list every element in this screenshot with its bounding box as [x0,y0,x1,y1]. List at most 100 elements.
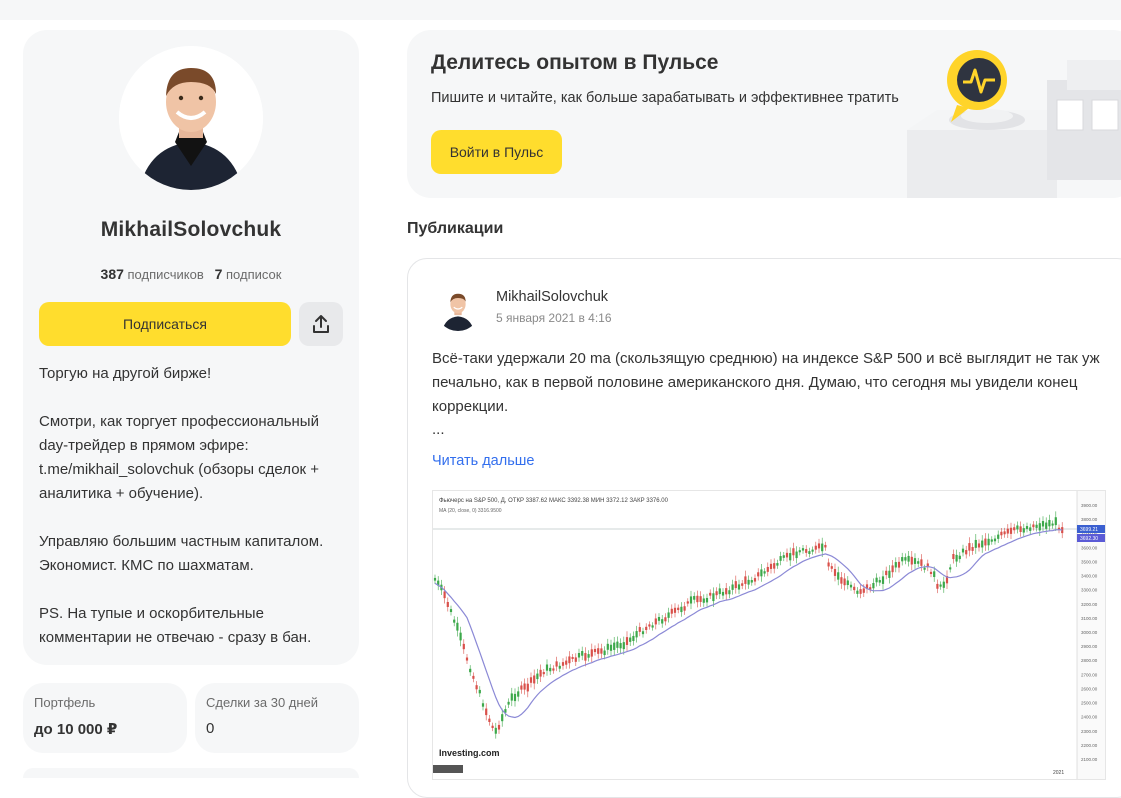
candle [814,545,817,550]
candle [648,624,651,627]
candle [1032,524,1035,528]
candle [542,672,545,675]
candle [629,637,632,642]
candle [501,714,504,722]
candle [494,727,497,734]
y-tick-label: 3100.00 [1081,616,1098,621]
candle [747,579,750,585]
candle [581,651,584,656]
candle [469,668,472,673]
y-tick-label: 3200.00 [1081,602,1098,607]
candle [664,617,667,622]
candle [891,565,894,573]
share-button[interactable] [299,302,343,346]
candle [459,632,462,641]
login-pulse-button[interactable]: Войти в Пульс [431,130,562,174]
y-tick-label: 2400.00 [1081,715,1098,720]
candle [853,586,856,591]
candle [990,539,993,542]
candle [597,648,600,654]
candle [936,583,939,589]
candle [645,626,648,631]
candle [872,582,875,589]
pulse-illustration [907,50,1121,198]
publications-title: Публикации [407,220,504,237]
candle [705,597,709,603]
candle [830,566,833,569]
candle [453,619,456,623]
candle [942,581,945,588]
followers-label[interactable]: подписчиков [128,267,204,282]
candle [1013,527,1016,531]
candle [875,577,878,583]
candle [849,584,853,588]
post-author-avatar[interactable] [436,287,480,331]
candle [1000,531,1003,536]
candle [1035,524,1038,528]
candle [1048,519,1051,527]
y-tick-label: 2200.00 [1081,743,1098,748]
price-tag-1-text: 3699.21 [1080,527,1098,533]
candle [478,689,481,694]
candle [523,683,526,690]
candle [622,642,625,650]
subscribe-button[interactable]: Подписаться [39,302,291,346]
candle [894,562,897,568]
candle [1006,528,1009,534]
candle [555,661,558,667]
candle [619,643,622,649]
pulse-banner: Делитесь опытом в Пульсе Пишите и читайт… [407,30,1121,198]
candle [433,577,437,581]
candle [568,656,571,664]
candle [574,657,577,662]
candle [558,665,561,669]
share-icon [313,315,329,333]
y-tick-label: 2100.00 [1081,757,1098,762]
candle [725,588,728,595]
candle [536,673,539,680]
candle [449,609,453,613]
read-more-link[interactable]: Читать дальше [432,453,534,469]
candle [613,642,616,650]
post-card: MikhailSolovchuk 5 января 2021 в 4:16 Вс… [407,258,1121,798]
candle [760,569,763,577]
candlestick-chart: Фьючерс на S&P 500, Д, ОТКР 3387.62 МАКС… [433,491,1105,779]
candle [917,561,920,564]
candle [840,577,843,584]
pulse-title: Делитесь опытом в Пульсе [431,51,719,74]
candle [1019,526,1022,532]
candle [545,664,549,671]
candle [1041,521,1045,527]
following-count: 7 [214,266,223,282]
candle [485,708,488,716]
y-tick-label: 2600.00 [1081,686,1098,691]
candle [728,590,731,595]
candle [600,648,603,654]
candle [549,667,552,672]
candle [616,641,619,648]
candle [910,556,913,565]
candle [689,596,693,604]
candle [968,543,971,551]
candle [699,596,702,602]
candle [686,601,689,604]
candle [785,552,789,558]
post-chart-image[interactable]: Фьючерс на S&P 500, Д, ОТКР 3387.62 МАКС… [432,490,1106,780]
candle [709,592,712,596]
candle [753,578,757,582]
following-label[interactable]: подписок [226,267,281,282]
profile-card: MikhailSolovchuk 387 подписчиков 7 подпи… [23,30,359,665]
candle [456,622,459,631]
candle [526,683,529,692]
candle [827,562,830,567]
candle [491,725,494,729]
price-tag-2-text: 3692.30 [1080,536,1098,542]
candle [779,556,782,561]
candle [1054,517,1057,526]
candle [798,550,801,553]
candle [888,570,891,578]
post-author-name[interactable]: MikhailSolovchuk [496,289,608,305]
candle [907,555,910,562]
y-tick-label: 3900.00 [1081,503,1098,508]
candle [997,534,1000,539]
